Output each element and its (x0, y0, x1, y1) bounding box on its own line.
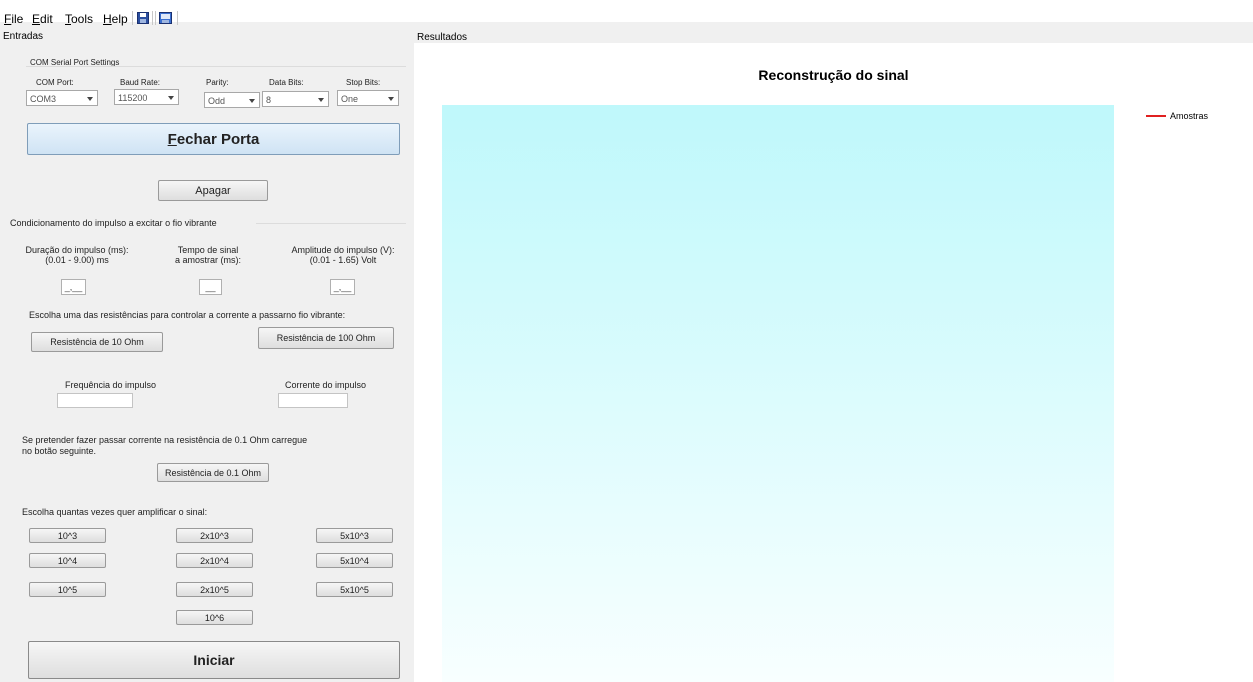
gain-2e4-button[interactable]: 2x10^4 (176, 553, 253, 568)
gain-1e5-button[interactable]: 10^5 (29, 582, 106, 597)
clear-button[interactable]: Apagar (158, 180, 268, 201)
amplitude-input[interactable]: _,__ (330, 279, 355, 295)
toolbar-separator (177, 11, 178, 25)
duration-label: Duração do impulso (ms): (0.01 - 9.00) m… (25, 245, 129, 265)
frequency-field (57, 393, 133, 408)
gain-1e3-button[interactable]: 10^3 (29, 528, 106, 543)
right-panel-title: Resultados (417, 32, 468, 43)
left-panel-title: Entradas (3, 31, 44, 42)
menu-tools[interactable]: Tools (65, 12, 93, 26)
resistor-prompt: Escolha uma das resistências para contro… (29, 310, 346, 320)
data-bits-label: Data Bits: (269, 78, 304, 87)
group-border (26, 66, 406, 67)
frequency-label: Frequência do impulso (65, 380, 157, 390)
data-bits-select[interactable]: 8 (262, 91, 329, 107)
parity-label: Parity: (206, 78, 229, 87)
current-label: Corrente do impulso (285, 380, 367, 390)
legend-swatch-amostras (1146, 115, 1166, 117)
com-port-select[interactable]: COM3 (26, 90, 98, 106)
inputs-panel: COM Serial Port Settings COM Port: Baud … (8, 42, 408, 682)
baud-rate-select[interactable]: 115200 (114, 89, 179, 105)
legend-label-amostras: Amostras (1170, 111, 1209, 121)
amplify-prompt: Escolha quantas vezes quer amplificar o … (22, 507, 208, 517)
toolbar-separator (132, 11, 133, 25)
baud-rate-label: Baud Rate: (120, 78, 161, 87)
gain-5e5-button[interactable]: 5x10^5 (316, 582, 393, 597)
duration-input[interactable]: _,__ (61, 279, 86, 295)
menu-help[interactable]: Help (103, 12, 128, 26)
sample-time-input[interactable]: __ (199, 279, 222, 295)
gain-5e4-button[interactable]: 5x10^4 (316, 553, 393, 568)
com-port-label: COM Port: (36, 78, 74, 87)
start-button[interactable]: Iniciar (28, 641, 400, 679)
menu-bar: File Edit Tools Help (0, 0, 1253, 26)
gain-2e3-button[interactable]: 2x10^3 (176, 528, 253, 543)
impulse-group-title: Condicionamento do impulso a excitar o f… (10, 218, 217, 228)
resistor-10-ohm-button[interactable]: Resistência de 10 Ohm (31, 332, 163, 352)
close-port-button[interactable]: Fechar Porta (27, 123, 400, 155)
legend: Amostras (1146, 111, 1246, 123)
toolbar-separator (155, 11, 156, 25)
resistor-01-prompt: Se pretender fazer passar corrente na re… (22, 435, 308, 456)
stop-bits-select[interactable]: One (337, 90, 399, 106)
sample-time-label: Tempo de sinal a amostrar (ms): (174, 245, 241, 265)
gain-1e4-button[interactable]: 10^4 (29, 553, 106, 568)
toolbar-separator (152, 11, 153, 25)
current-field (278, 393, 348, 408)
parity-select[interactable]: Odd (204, 92, 260, 108)
results-panel: Reconstrução do sinal Amostras (414, 43, 1253, 682)
menu-edit[interactable]: Edit (32, 12, 53, 26)
chart-title: Reconstrução do sinal (758, 67, 909, 83)
plot-area (442, 105, 1114, 682)
gain-1e6-button[interactable]: 10^6 (176, 610, 253, 625)
gain-2e5-button[interactable]: 2x10^5 (176, 582, 253, 597)
amplitude-label: Amplitude do impulso (V): (0.01 - 1.65) … (291, 245, 395, 265)
save-image-icon[interactable] (159, 12, 172, 24)
resistor-01-ohm-button[interactable]: Resistência de 0.1 Ohm (157, 463, 269, 482)
menu-file[interactable]: File (4, 12, 23, 26)
save-icon[interactable] (137, 12, 149, 24)
resistor-100-ohm-button[interactable]: Resistência de 100 Ohm (258, 327, 394, 349)
gain-5e3-button[interactable]: 5x10^3 (316, 528, 393, 543)
stop-bits-label: Stop Bits: (346, 78, 381, 87)
group-border (256, 223, 406, 224)
